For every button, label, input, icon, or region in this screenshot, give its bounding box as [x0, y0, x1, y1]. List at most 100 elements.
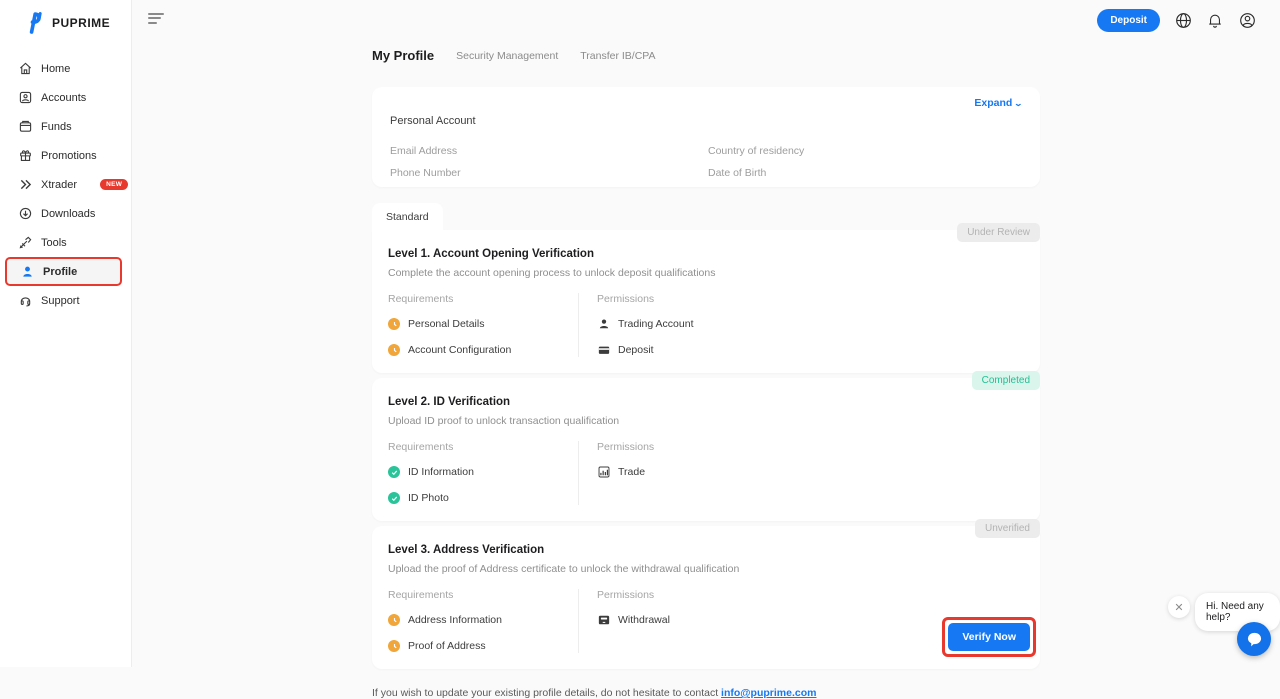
footer-text: If you wish to update your existing prof… — [372, 687, 721, 699]
requirement-label: ID Photo — [408, 492, 449, 504]
sidebar-item-profile[interactable]: Profile — [0, 257, 131, 286]
requirement-item: Proof of Address — [388, 639, 578, 653]
footer-note: If you wish to update your existing prof… — [372, 687, 1040, 699]
level-description: Complete the account opening process to … — [388, 267, 1024, 279]
permissions-label: Permissions — [597, 589, 1024, 601]
level-description: Upload the proof of Address certificate … — [388, 563, 1024, 575]
requirement-item: ID Information — [388, 465, 578, 479]
brand-logo[interactable]: PUPRIME — [0, 0, 131, 48]
chat-close-icon[interactable]: ✕ — [1168, 596, 1190, 618]
level-description: Upload ID proof to unlock transaction qu… — [388, 415, 1024, 427]
sidebar-collapse-icon[interactable] — [148, 13, 164, 26]
brand-name: PUPRIME — [52, 16, 110, 30]
requirement-label: Personal Details — [408, 318, 484, 330]
date-of-birth-label: Date of Birth — [708, 167, 1022, 189]
permission-label: Trade — [618, 466, 645, 478]
permission-item: Trade — [597, 465, 1024, 479]
verify-now-button[interactable]: Verify Now — [948, 623, 1030, 651]
support-email-link[interactable]: info@puprime.com — [721, 687, 816, 699]
home-icon — [18, 62, 32, 76]
chat-bubble-icon — [1246, 631, 1263, 647]
sidebar-item-label: Promotions — [41, 150, 97, 162]
sidebar-item-label: Xtrader — [41, 179, 77, 191]
requirement-item: Address Information — [388, 613, 578, 627]
pending-clock-icon — [388, 614, 400, 626]
pending-clock-icon — [388, 318, 400, 330]
level-title: Level 3. Address Verification — [388, 544, 1024, 556]
tab-transfer-ib-cpa[interactable]: Transfer IB/CPA — [580, 50, 655, 62]
tools-icon — [18, 236, 32, 250]
profile-annotation-box: Profile — [5, 257, 122, 286]
permission-item: Deposit — [597, 343, 1024, 357]
status-badge: Unverified — [975, 519, 1040, 538]
tab-standard[interactable]: Standard — [372, 203, 443, 230]
requirement-item: ID Photo — [388, 491, 578, 505]
requirements-label: Requirements — [388, 441, 578, 453]
notifications-bell-icon[interactable] — [1207, 12, 1224, 29]
requirement-label: ID Information — [408, 466, 474, 478]
personal-account-card: Expand ⌄ Personal Account Email Address … — [372, 87, 1040, 187]
sidebar-item-label: Downloads — [41, 208, 95, 220]
requirement-label: Proof of Address — [408, 640, 486, 652]
expand-label: Expand — [974, 97, 1012, 109]
permissions-label: Permissions — [597, 441, 1024, 453]
level-3-card: Unverified Level 3. Address Verification… — [372, 526, 1040, 669]
support-icon — [18, 294, 32, 308]
sidebar-item-label: Funds — [41, 121, 72, 133]
chat-greeting-bubble[interactable]: Hi. Need any help? — [1195, 593, 1280, 631]
country-of-residency-label: Country of residency — [708, 145, 1022, 167]
xtrader-icon — [18, 178, 32, 192]
pending-clock-icon — [388, 344, 400, 356]
sidebar-item-support[interactable]: Support — [0, 286, 131, 315]
puprime-logo-icon — [28, 12, 46, 34]
download-icon — [18, 207, 32, 221]
completed-check-icon — [388, 466, 400, 478]
topbar-actions: Deposit — [1097, 9, 1256, 32]
phone-number-label: Phone Number — [390, 167, 708, 189]
language-globe-icon[interactable] — [1175, 12, 1192, 29]
gift-icon — [18, 149, 32, 163]
requirement-label: Address Information — [408, 614, 502, 626]
sidebar-item-label: Profile — [43, 266, 77, 278]
expand-link[interactable]: Expand ⌄ — [974, 97, 1022, 109]
requirements-label: Requirements — [388, 293, 578, 305]
profile-icon — [20, 265, 34, 279]
new-badge: NEW — [100, 179, 128, 190]
requirement-item: Personal Details — [388, 317, 578, 331]
page-tabs: My Profile Security Management Transfer … — [372, 48, 1040, 63]
sidebar-item-home[interactable]: Home — [0, 54, 131, 83]
requirements-label: Requirements — [388, 589, 578, 601]
permissions-label: Permissions — [597, 293, 1024, 305]
permission-item: Trading Account — [597, 317, 1024, 331]
sidebar-item-downloads[interactable]: Downloads — [0, 199, 131, 228]
sidebar-item-xtrader[interactable]: Xtrader NEW — [0, 170, 131, 199]
email-address-label: Email Address — [390, 145, 708, 167]
permission-label: Deposit — [618, 344, 654, 356]
funds-icon — [18, 120, 32, 134]
accounts-icon — [18, 91, 32, 105]
tab-my-profile[interactable]: My Profile — [372, 48, 434, 63]
account-avatar-icon[interactable] — [1239, 12, 1256, 29]
requirements-column: Requirements Personal Details Account Co… — [388, 293, 578, 357]
sidebar: PUPRIME Home Accounts Funds Promotions — [0, 0, 132, 667]
status-badge: Completed — [972, 371, 1040, 390]
permissions-column: Permissions Trading Account Deposit — [578, 293, 1024, 357]
level-title: Level 2. ID Verification — [388, 396, 1024, 408]
sidebar-item-funds[interactable]: Funds — [0, 112, 131, 141]
sidebar-item-promotions[interactable]: Promotions — [0, 141, 131, 170]
sidebar-item-label: Accounts — [41, 92, 86, 104]
sidebar-nav: Home Accounts Funds Promotions Xtrader — [0, 48, 131, 321]
chevron-down-icon: ⌄ — [1014, 99, 1023, 108]
sidebar-item-tools[interactable]: Tools — [0, 228, 131, 257]
sidebar-item-accounts[interactable]: Accounts — [0, 83, 131, 112]
deposit-button[interactable]: Deposit — [1097, 9, 1160, 32]
verify-now-annotation-box: Verify Now — [942, 617, 1036, 657]
trading-account-icon — [597, 318, 610, 331]
chat-launcher-button[interactable] — [1237, 622, 1271, 656]
personal-account-title: Personal Account — [390, 115, 1022, 127]
completed-check-icon — [388, 492, 400, 504]
sidebar-item-label: Home — [41, 63, 70, 75]
sidebar-item-label: Tools — [41, 237, 67, 249]
tab-security-management[interactable]: Security Management — [456, 50, 558, 62]
permission-label: Trading Account — [618, 318, 694, 330]
